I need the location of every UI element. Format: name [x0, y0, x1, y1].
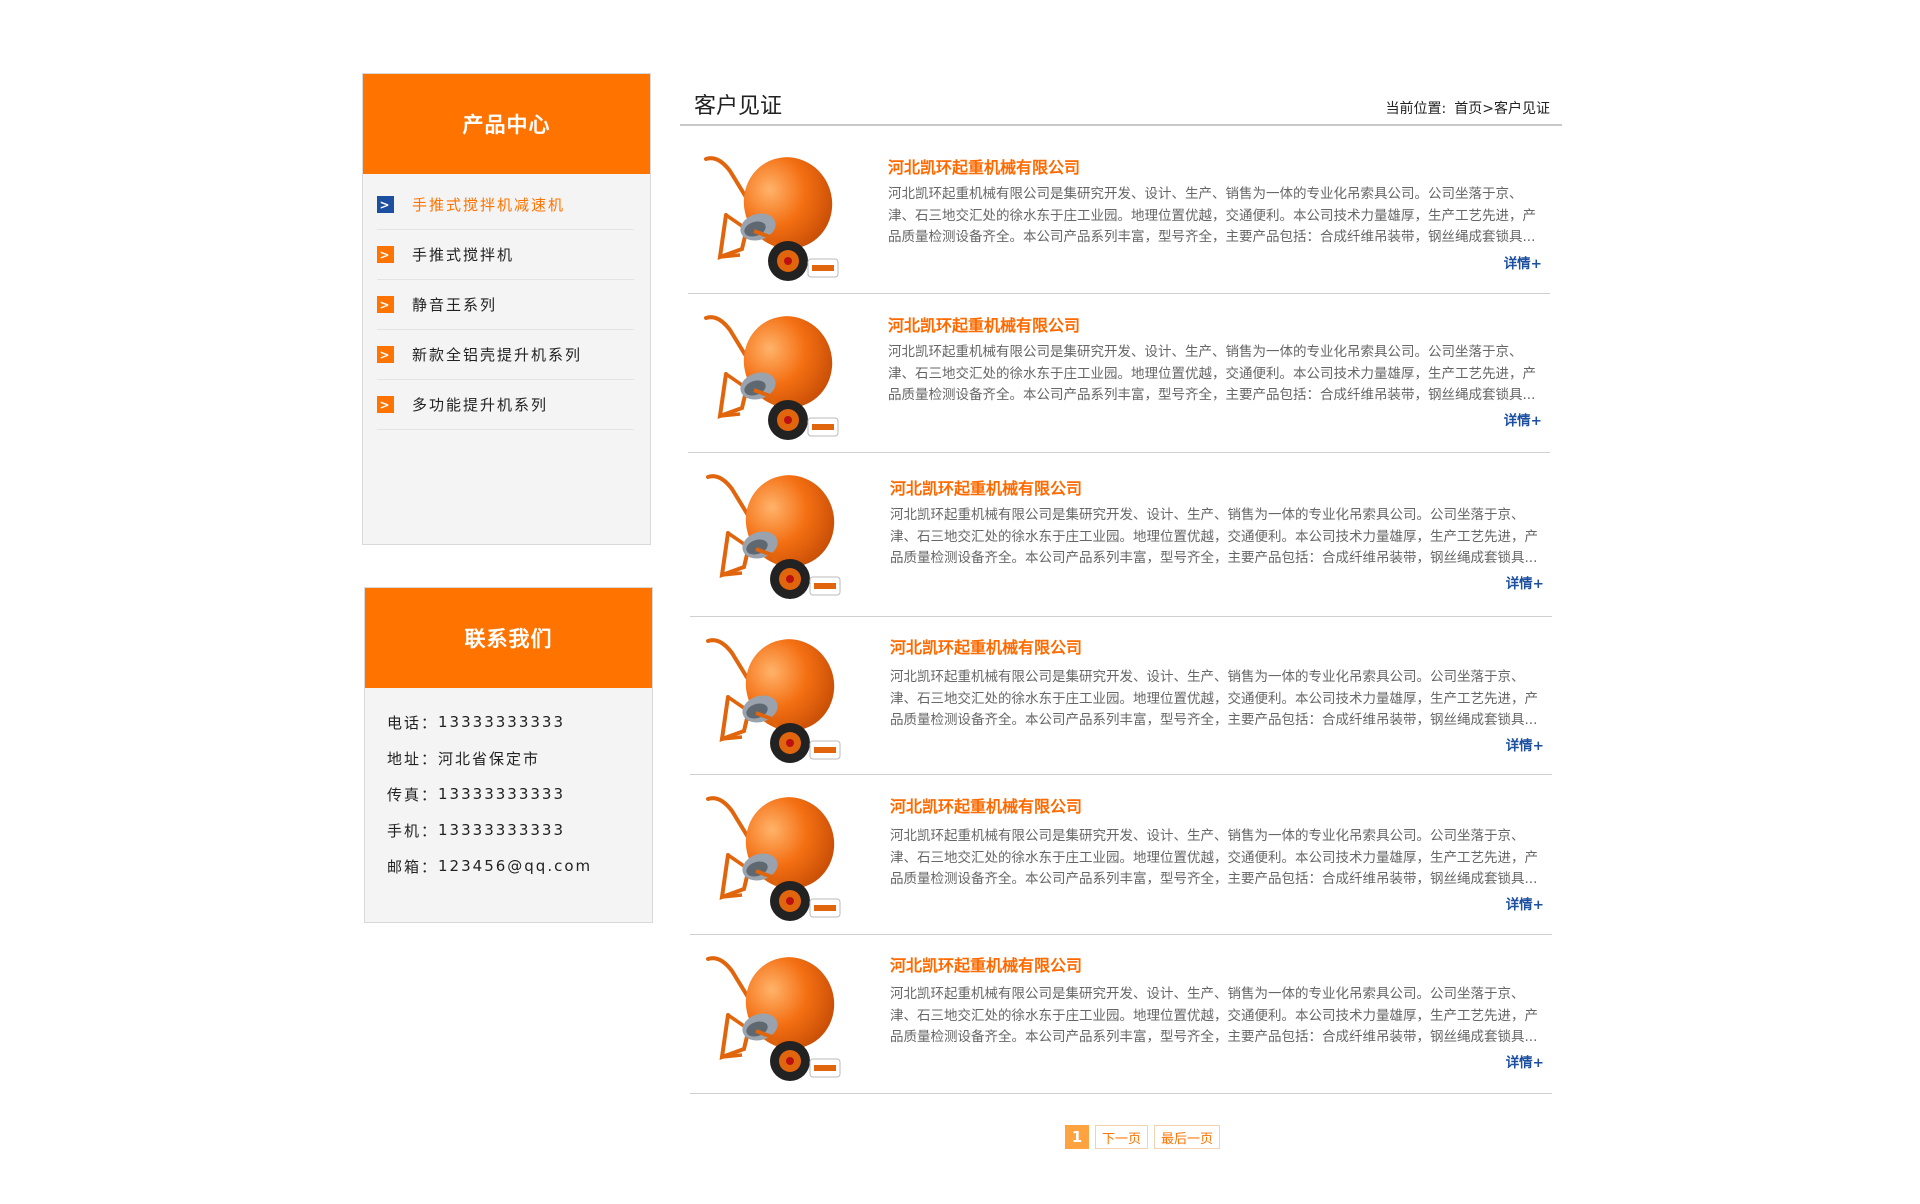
chevron-right-icon: >	[377, 346, 394, 363]
sidebar-item-label: 手推式搅拌机	[412, 246, 515, 264]
breadcrumb-separator: >	[1482, 101, 1494, 117]
sidebar-item-aluminum-hoist[interactable]: > 新款全铝壳提升机系列	[377, 330, 634, 380]
contact-value: 13333333333	[438, 785, 565, 803]
entry-title-link[interactable]: 河北凯环起重机械有限公司	[890, 634, 1082, 658]
contact-title: 联系我们	[365, 588, 652, 688]
chevron-right-icon: >	[377, 246, 394, 263]
sidebar-item-silent-king[interactable]: > 静音王系列	[377, 280, 634, 330]
entry-description: 河北凯环起重机械有限公司是集研究开发、设计、生产、销售为一体的专业化吊索具公司。…	[890, 669, 1538, 729]
contact-value: 13333333333	[438, 821, 565, 839]
product-category-list: > 手推式搅拌机减速机 > 手推式搅拌机 > 静音王系列 > 新款全铝壳提升机系…	[363, 174, 650, 430]
entry-description: 河北凯环起重机械有限公司是集研究开发、设计、生产、销售为一体的专业化吊索具公司。…	[888, 344, 1536, 404]
contact-panel: 联系我们 电话： 13333333333 地址： 河北省保定市 传真： 1333333…	[364, 587, 653, 923]
entry-title-link[interactable]: 河北凯环起重机械有限公司	[890, 952, 1082, 976]
list-item: 河北凯环起重机械有限公司 河北凯环起重机械有限公司是集研究开发、设计、生产、销售…	[688, 294, 1550, 453]
breadcrumb-current: 客户见证	[1494, 101, 1550, 117]
sidebar-item-label: 静音王系列	[412, 296, 498, 314]
contact-email: 邮箱： 123456@qq.com	[387, 848, 652, 884]
main-header: 客户见证 当前位置: 首页>客户见证	[680, 86, 1562, 126]
mixer-thumbnail[interactable]	[702, 945, 866, 1085]
contact-value: 河北省保定市	[438, 749, 541, 768]
list-item: 河北凯环起重机械有限公司 河北凯环起重机械有限公司是集研究开发、设计、生产、销售…	[690, 617, 1552, 775]
contact-phone: 电话： 13333333333	[387, 704, 652, 740]
mixer-thumbnail[interactable]	[702, 463, 866, 603]
details-link[interactable]: 详情+	[1504, 409, 1542, 429]
mixer-thumbnail[interactable]	[700, 145, 864, 285]
mixer-thumbnail[interactable]	[702, 627, 866, 767]
details-link[interactable]: 详情+	[1506, 893, 1544, 913]
list-item: 河北凯环起重机械有限公司 河北凯环起重机械有限公司是集研究开发、设计、生产、销售…	[690, 935, 1552, 1094]
sidebar-item-multi-hoist[interactable]: > 多功能提升机系列	[377, 380, 634, 430]
chevron-right-icon: >	[377, 196, 394, 213]
contact-label: 地址：	[387, 749, 439, 768]
details-link[interactable]: 详情+	[1506, 1051, 1544, 1071]
contact-address: 地址： 河北省保定市	[387, 740, 652, 776]
product-center-panel: 产品中心 > 手推式搅拌机减速机 > 手推式搅拌机 > 静音王系列 > 新款全铝…	[362, 73, 651, 545]
mixer-thumbnail[interactable]	[700, 304, 864, 444]
details-link[interactable]: 详情+	[1506, 572, 1544, 592]
entry-description: 河北凯环起重机械有限公司是集研究开发、设计、生产、销售为一体的专业化吊索具公司。…	[888, 186, 1536, 246]
contact-fax: 传真： 13333333333	[387, 776, 652, 812]
list-item: 河北凯环起重机械有限公司 河北凯环起重机械有限公司是集研究开发、设计、生产、销售…	[690, 775, 1552, 935]
entry-title-link[interactable]: 河北凯环起重机械有限公司	[890, 475, 1082, 499]
contact-label: 电话：	[387, 713, 439, 732]
breadcrumb: 当前位置: 首页>客户见证	[1386, 98, 1550, 118]
chevron-right-icon: >	[377, 296, 394, 313]
contact-value: 123456@qq.com	[438, 857, 593, 875]
last-page-link[interactable]: 最后一页	[1154, 1125, 1221, 1149]
list-item: 河北凯环起重机械有限公司 河北凯环起重机械有限公司是集研究开发、设计、生产、销售…	[688, 135, 1550, 294]
sidebar-item-mixer-reducer[interactable]: > 手推式搅拌机减速机	[377, 180, 634, 230]
list-item: 河北凯环起重机械有限公司 河北凯环起重机械有限公司是集研究开发、设计、生产、销售…	[690, 453, 1552, 617]
mixer-thumbnail[interactable]	[702, 785, 866, 925]
breadcrumb-home-link[interactable]: 首页	[1454, 101, 1482, 117]
contact-mobile: 手机： 13333333333	[387, 812, 652, 848]
contact-label: 邮箱：	[387, 857, 439, 876]
chevron-right-icon: >	[377, 396, 394, 413]
entry-description: 河北凯环起重机械有限公司是集研究开发、设计、生产、销售为一体的专业化吊索具公司。…	[890, 507, 1538, 567]
next-page-link[interactable]: 下一页	[1095, 1125, 1149, 1149]
contact-value: 13333333333	[438, 713, 565, 731]
contact-label: 传真：	[387, 785, 439, 804]
page-title: 客户见证	[694, 94, 783, 119]
entry-title-link[interactable]: 河北凯环起重机械有限公司	[890, 793, 1082, 817]
entry-title-link[interactable]: 河北凯环起重机械有限公司	[888, 312, 1080, 336]
sidebar-item-label: 多功能提升机系列	[412, 396, 549, 414]
page-1-button[interactable]: 1	[1065, 1125, 1089, 1149]
product-center-title: 产品中心	[363, 74, 650, 174]
entry-title-link[interactable]: 河北凯环起重机械有限公司	[888, 154, 1080, 178]
entry-description: 河北凯环起重机械有限公司是集研究开发、设计、生产、销售为一体的专业化吊索具公司。…	[890, 828, 1538, 888]
entry-description: 河北凯环起重机械有限公司是集研究开发、设计、生产、销售为一体的专业化吊索具公司。…	[890, 986, 1538, 1046]
breadcrumb-label: 当前位置:	[1385, 101, 1447, 117]
sidebar-item-hand-mixer[interactable]: > 手推式搅拌机	[377, 230, 634, 280]
sidebar-item-label: 新款全铝壳提升机系列	[412, 346, 583, 364]
pagination: 1 下一页 最后一页	[1065, 1125, 1221, 1149]
details-link[interactable]: 详情+	[1506, 734, 1544, 754]
sidebar-item-label: 手推式搅拌机减速机	[412, 196, 566, 214]
contact-label: 手机：	[387, 821, 439, 840]
contact-list: 电话： 13333333333 地址： 河北省保定市 传真： 13333333333 …	[365, 688, 652, 884]
details-link[interactable]: 详情+	[1504, 252, 1542, 272]
